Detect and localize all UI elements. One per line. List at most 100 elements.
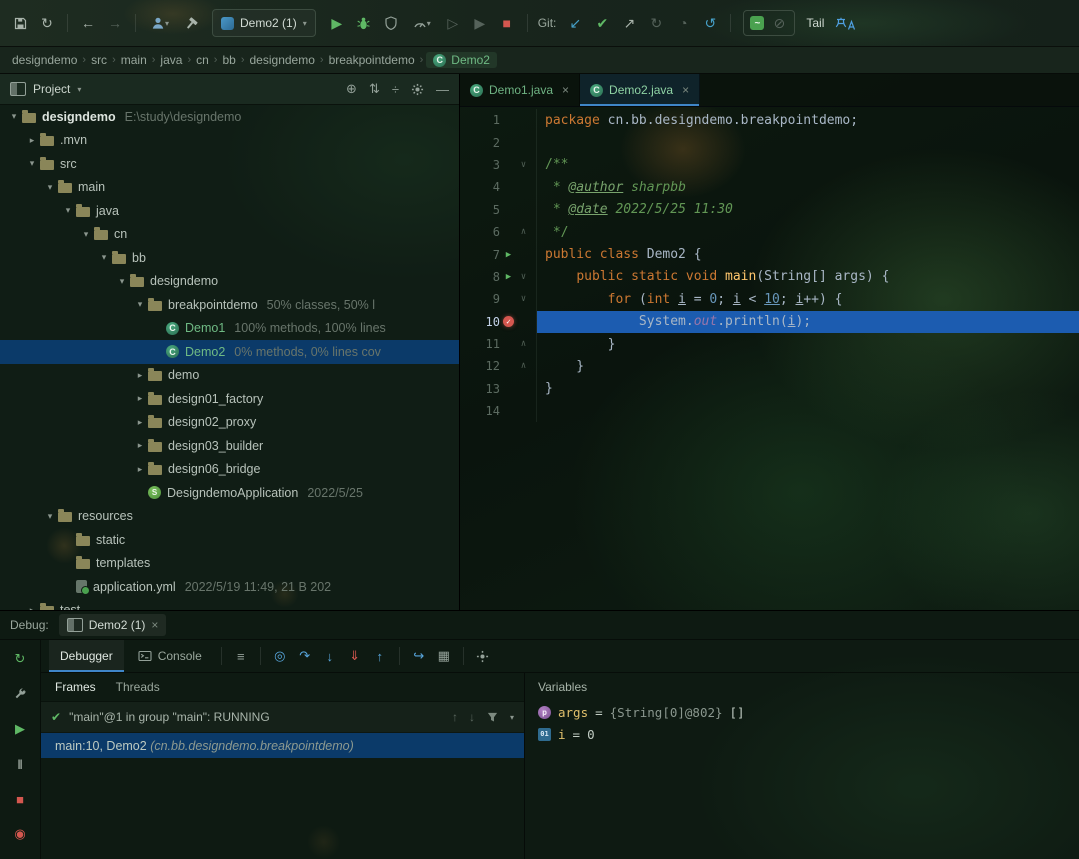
line-number[interactable]: 6 (460, 225, 500, 239)
chevron-down-icon[interactable]: ▾ (510, 713, 514, 722)
tree-chevron-icon[interactable]: ▾ (78, 229, 94, 240)
forward-icon[interactable]: → (103, 11, 127, 35)
code-line[interactable]: 14 (460, 400, 1079, 422)
tree-chevron-icon[interactable]: ▸ (132, 370, 148, 381)
tree-row[interactable]: ▾breakpointdemo50% classes, 50% l (0, 293, 459, 317)
tree-chevron-icon[interactable]: ▸ (132, 417, 148, 428)
pause-program-icon[interactable]: ‖ (9, 753, 31, 775)
run-gutter-icon[interactable]: ▶ (506, 272, 511, 282)
breadcrumb-item[interactable]: cn (192, 52, 213, 68)
variable-row[interactable]: pargs = {String[0]@802} [] (525, 701, 1079, 723)
fold-icon[interactable]: ∨ (517, 294, 530, 304)
tab-frames[interactable]: Frames (55, 680, 96, 694)
tree-row[interactable]: ▸test (0, 599, 459, 611)
tree-row[interactable]: ▾resources (0, 505, 459, 529)
line-number[interactable]: 11 (460, 337, 500, 351)
step-into-icon[interactable]: ↓ (319, 645, 341, 667)
show-execution-point-icon[interactable]: ◎ (269, 645, 291, 667)
tree-row[interactable]: ▸design01_factory (0, 387, 459, 411)
chevron-down-icon[interactable]: ▾ (77, 85, 81, 94)
next-frame-icon[interactable]: ↓ (469, 710, 475, 724)
attach-process-icon[interactable]: ▷ (441, 11, 465, 35)
run-disabled-icon[interactable]: ▶ (468, 11, 492, 35)
debug-button[interactable] (352, 11, 376, 35)
tree-chevron-icon[interactable]: ▾ (96, 252, 112, 263)
tail-monitor-icon[interactable]: ~ (750, 16, 764, 30)
line-number[interactable]: 13 (460, 382, 500, 396)
breadcrumb-item[interactable]: java (156, 52, 186, 68)
code-line[interactable]: 6∧ */ (460, 221, 1079, 243)
tree-row[interactable]: ▾main (0, 176, 459, 200)
tab-debugger[interactable]: Debugger (49, 640, 124, 672)
layout-menu-icon[interactable]: ≡ (230, 645, 252, 667)
code-line[interactable]: 9∨ for (int i = 0; i < 10; i++) { (460, 288, 1079, 310)
line-number[interactable]: 9 (460, 292, 500, 306)
tree-row[interactable]: ▸design06_bridge (0, 458, 459, 482)
tree-row[interactable]: ▾cn (0, 223, 459, 247)
user-profile-icon[interactable]: ▾ (144, 11, 176, 35)
close-tab-icon[interactable]: × (562, 83, 569, 97)
tree-row[interactable]: ▾bb (0, 246, 459, 270)
line-number[interactable]: 8 (460, 270, 500, 284)
stop-process-icon[interactable]: ■ (9, 788, 31, 810)
force-step-into-icon[interactable]: ⇓ (344, 645, 366, 667)
debugger-settings-icon[interactable] (472, 645, 494, 667)
thread-selector[interactable]: ✔ "main"@1 in group "main": RUNNING ↑ ↓ … (41, 702, 524, 733)
build-hammer-icon[interactable] (179, 11, 203, 35)
sync-icon[interactable]: ↻ (35, 11, 59, 35)
tree-row[interactable]: application.yml2022/5/19 11:49, 21 B 202 (0, 575, 459, 599)
line-number[interactable]: 7 (460, 248, 500, 262)
disable-icon[interactable]: ⊘ (770, 11, 788, 35)
resume-program-icon[interactable]: ▶ (9, 718, 31, 740)
code-line[interactable]: 13} (460, 378, 1079, 400)
tree-chevron-icon[interactable]: ▸ (132, 393, 148, 404)
tree-chevron-icon[interactable]: ▾ (42, 182, 58, 193)
git-rollback-icon[interactable]: ↺ (698, 11, 722, 35)
tree-row[interactable]: ▸design02_proxy (0, 411, 459, 435)
step-out-icon[interactable]: ↑ (369, 645, 391, 667)
fold-icon[interactable]: ∧ (517, 227, 530, 237)
profiler-button[interactable]: ▾ (406, 11, 438, 35)
breadcrumb-item[interactable]: bb (218, 52, 239, 68)
wrench-settings-icon[interactable] (9, 683, 31, 705)
tree-row[interactable]: static (0, 528, 459, 552)
breakpoint-icon[interactable] (503, 316, 514, 327)
fold-icon[interactable]: ∨ (517, 160, 530, 170)
variable-row[interactable]: 01i = 0 (525, 723, 1079, 745)
line-number[interactable]: 5 (460, 203, 500, 217)
git-shelf-icon[interactable]: ◔ (671, 11, 695, 35)
code-line[interactable]: 3∨/** (460, 154, 1079, 176)
evaluate-expression-icon[interactable]: ▦ (433, 645, 455, 667)
code-line[interactable]: 10 System.out.println(i); (460, 311, 1079, 333)
line-number[interactable]: 14 (460, 404, 500, 418)
run-gutter-icon[interactable]: ▶ (506, 250, 511, 260)
tree-row[interactable]: templates (0, 552, 459, 576)
run-to-cursor-icon[interactable]: ↪ (408, 645, 430, 667)
close-tab-icon[interactable]: × (151, 618, 158, 632)
save-all-icon[interactable] (8, 11, 32, 35)
fold-icon[interactable]: ∨ (517, 272, 530, 282)
line-number[interactable]: 4 (460, 180, 500, 194)
tree-chevron-icon[interactable]: ▸ (24, 605, 40, 610)
tree-row[interactable]: SDesigndemoApplication2022/5/25 (0, 481, 459, 505)
tree-chevron-icon[interactable]: ▸ (132, 464, 148, 475)
project-title[interactable]: Project (33, 82, 70, 96)
tree-chevron-icon[interactable]: ▾ (60, 205, 76, 216)
fold-icon[interactable]: ∧ (517, 361, 530, 371)
line-number[interactable]: 12 (460, 359, 500, 373)
tree-chevron-icon[interactable]: ▸ (24, 135, 40, 146)
back-icon[interactable]: ← (76, 11, 100, 35)
editor-tab[interactable]: CDemo2.java× (580, 74, 700, 106)
code-line[interactable]: 1package cn.bb.designdemo.breakpointdemo… (460, 109, 1079, 131)
debug-session-tab[interactable]: Demo2 (1) × (59, 614, 167, 636)
line-number[interactable]: 10 (460, 315, 500, 329)
tree-row[interactable]: ▸demo (0, 364, 459, 388)
translate-icon[interactable] (831, 11, 861, 35)
code-editor[interactable]: 1package cn.bb.designdemo.breakpointdemo… (460, 107, 1079, 610)
tree-chevron-icon[interactable]: ▾ (114, 276, 130, 287)
tree-chevron-icon[interactable]: ▾ (6, 111, 22, 122)
line-number[interactable]: 1 (460, 113, 500, 127)
hide-panel-icon[interactable]: — (436, 82, 449, 97)
tree-row[interactable]: ▾src (0, 152, 459, 176)
breadcrumb-item[interactable]: designdemo (8, 52, 81, 68)
